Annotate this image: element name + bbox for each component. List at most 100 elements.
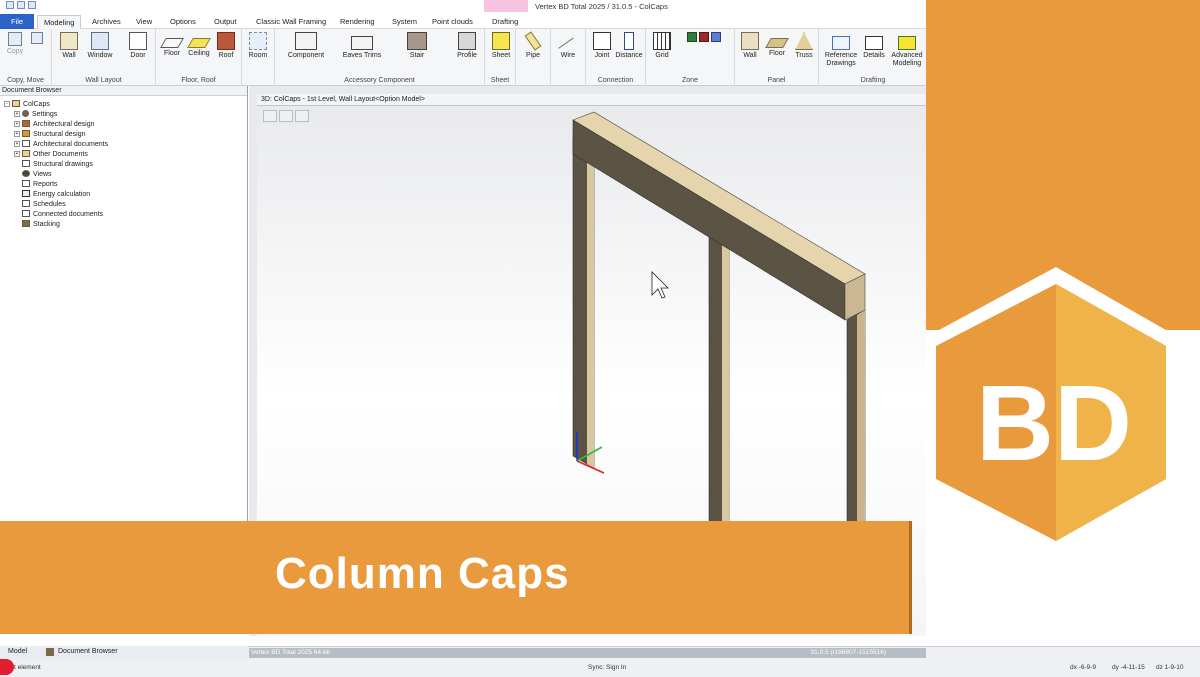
ceiling-button[interactable]: Ceiling bbox=[186, 32, 212, 58]
expand-icon[interactable]: + bbox=[14, 121, 20, 127]
column-left-edge bbox=[587, 146, 594, 468]
distance-button[interactable]: Distance bbox=[615, 32, 643, 60]
panel-wall-button[interactable]: Wall bbox=[738, 32, 762, 60]
view-icon bbox=[22, 170, 30, 177]
details-button[interactable]: Details bbox=[861, 32, 887, 60]
viewport-title: 3D: ColCaps - 1st Level, Wall Layout<Opt… bbox=[257, 94, 926, 106]
sheet-icon bbox=[492, 32, 510, 50]
stair-button[interactable]: Stair bbox=[397, 32, 437, 60]
grid-button[interactable]: Grid bbox=[650, 32, 674, 60]
tab-system[interactable]: System bbox=[386, 15, 423, 29]
expand-icon[interactable]: + bbox=[14, 141, 20, 147]
document-tree: - ColCaps + Settings + Architectural design… bbox=[4, 100, 108, 230]
document-browser-icon bbox=[46, 648, 54, 656]
tab-file[interactable]: File bbox=[0, 14, 35, 29]
dz-readout: dz 1-9-10 bbox=[1156, 664, 1184, 671]
panel-floor-button[interactable]: Floor bbox=[764, 32, 790, 58]
tree-item-energy-calculation[interactable]: Energy calculation bbox=[4, 190, 108, 200]
drawing-icon bbox=[22, 160, 30, 167]
component-button[interactable]: Component bbox=[281, 32, 331, 60]
profile-button[interactable]: Profile bbox=[453, 32, 481, 60]
column-right bbox=[846, 309, 866, 537]
group-pipe: Pipe bbox=[516, 29, 551, 86]
room-button[interactable]: Room bbox=[246, 32, 270, 60]
tab-view[interactable]: View bbox=[130, 15, 158, 29]
mouse-cursor-icon bbox=[651, 271, 669, 299]
group-room: Room bbox=[242, 29, 275, 86]
distance-icon bbox=[624, 32, 634, 50]
expand-icon[interactable]: + bbox=[14, 111, 20, 117]
tab-model[interactable]: Model bbox=[8, 648, 27, 655]
tree-item-schedules[interactable]: Schedules bbox=[4, 200, 108, 210]
dy-readout: dy -4-11-15 bbox=[1112, 664, 1145, 671]
tree-item-structural-drawings[interactable]: Structural drawings bbox=[4, 160, 108, 170]
floor-button[interactable]: Floor bbox=[160, 32, 184, 58]
tree-item-architectural-documents[interactable]: + Architectural documents bbox=[4, 140, 108, 150]
stacking-icon bbox=[22, 220, 30, 227]
door-button[interactable]: Door bbox=[126, 32, 150, 60]
status-line: t element Sync: Sign In dx -6-9-9 dy -4-… bbox=[0, 660, 1200, 677]
sync-status[interactable]: Sync: Sign In bbox=[588, 662, 626, 674]
window-button[interactable]: Window bbox=[86, 32, 114, 60]
tab-archives[interactable]: Archives bbox=[86, 15, 127, 29]
group-drafting: Reference Drawings Details Advanced Mode… bbox=[819, 29, 927, 86]
panel-wall-icon bbox=[741, 32, 759, 50]
right-panel: BD bbox=[926, 0, 1200, 677]
move-button[interactable] bbox=[28, 32, 46, 46]
reference-drawings-button[interactable]: Reference Drawings bbox=[821, 32, 861, 68]
sheet-button[interactable]: Sheet bbox=[489, 32, 513, 60]
wire-button[interactable]: Wire bbox=[556, 32, 580, 60]
wall-button[interactable]: Wall bbox=[56, 32, 82, 60]
tree-item-structural-design[interactable]: + Structural design bbox=[4, 130, 108, 140]
copy-button[interactable]: Copy bbox=[5, 32, 25, 56]
advanced-modeling-button[interactable]: Advanced Modeling bbox=[889, 32, 925, 68]
column-right-edge bbox=[857, 310, 865, 536]
app-title: Vertex BD Total 2025 / 31.0.5 - ColCaps bbox=[535, 2, 668, 11]
roof-icon bbox=[217, 32, 235, 50]
tree-item-architectural-design[interactable]: + Architectural design bbox=[4, 120, 108, 130]
zone-tools[interactable] bbox=[678, 32, 730, 46]
pipe-button[interactable]: Pipe bbox=[521, 31, 545, 60]
document-browser-panel: Document Browser - ColCaps + Settings + Arc… bbox=[0, 86, 248, 521]
tab-drafting[interactable]: Drafting bbox=[486, 15, 524, 29]
drafting-tab-highlight bbox=[484, 0, 528, 12]
tab-options[interactable]: Options bbox=[164, 15, 202, 29]
expand-icon[interactable]: + bbox=[14, 131, 20, 137]
tree-item-settings[interactable]: + Settings bbox=[4, 110, 108, 120]
save-icon[interactable] bbox=[6, 1, 14, 9]
column-middle bbox=[708, 229, 730, 537]
tree-item-views[interactable]: Views bbox=[4, 170, 108, 180]
tree-item-other-documents[interactable]: + Other Documents bbox=[4, 150, 108, 160]
pipe-icon bbox=[524, 31, 542, 51]
roof-button[interactable]: Roof bbox=[214, 32, 238, 60]
tree-item-reports[interactable]: Reports bbox=[4, 180, 108, 190]
undo-icon[interactable] bbox=[17, 1, 25, 9]
tab-classic-wall-framing[interactable]: Classic Wall Framing bbox=[250, 15, 332, 29]
grid-icon bbox=[653, 32, 671, 50]
tab-rendering[interactable]: Rendering bbox=[334, 15, 381, 29]
dx-readout: dx -6-9-9 bbox=[1070, 664, 1097, 671]
expand-icon[interactable]: + bbox=[14, 151, 20, 157]
column-middle-edge bbox=[722, 236, 729, 536]
details-icon bbox=[865, 36, 883, 50]
tab-output[interactable]: Output bbox=[208, 15, 243, 29]
bd-logo: BD bbox=[926, 0, 1200, 677]
tree-item-stacking[interactable]: Stacking bbox=[4, 220, 108, 230]
project-icon bbox=[12, 100, 20, 107]
tab-document-browser[interactable]: Document Browser bbox=[58, 648, 118, 655]
group-accessory-component: Component Eaves Trims Stair Profile Acce… bbox=[275, 29, 485, 86]
tab-point-clouds[interactable]: Point clouds bbox=[426, 15, 479, 29]
stair-icon bbox=[407, 32, 427, 50]
tab-modeling[interactable]: Modeling bbox=[37, 15, 82, 29]
group-floor-roof: Floor Ceiling Roof Floor, Roof bbox=[156, 29, 242, 86]
collapse-icon[interactable]: - bbox=[4, 101, 10, 107]
dropdown-icon[interactable] bbox=[28, 1, 36, 9]
column-left bbox=[572, 137, 595, 469]
eaves-trims-button[interactable]: Eaves Trims bbox=[337, 32, 387, 60]
tree-root[interactable]: - ColCaps bbox=[4, 100, 108, 110]
truss-button[interactable]: Truss bbox=[791, 32, 817, 60]
zone-color-icon bbox=[699, 32, 709, 42]
tree-item-connected-documents[interactable]: Connected documents bbox=[4, 210, 108, 220]
joint-button[interactable]: Joint bbox=[590, 32, 614, 60]
joint-icon bbox=[593, 32, 611, 50]
